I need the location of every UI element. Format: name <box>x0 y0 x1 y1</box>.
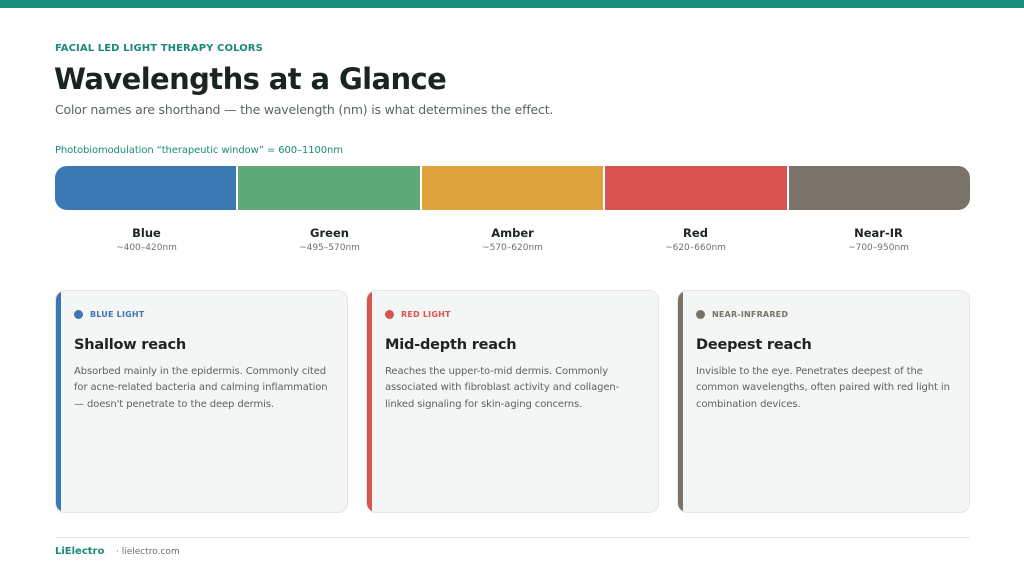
band-range: ~620–660nm <box>665 243 726 253</box>
band-near-ir <box>786 166 970 210</box>
band-red <box>603 166 787 210</box>
card-blue-light: BLUE LIGHT Shallow reach Absorbed mainly… <box>55 290 348 513</box>
band-name: Green <box>310 226 349 240</box>
card-tag: BLUE LIGHT <box>74 310 144 319</box>
card-heading: Deepest reach <box>696 337 812 353</box>
eyebrow-label: FACIAL LED LIGHT THERAPY COLORS <box>55 43 263 54</box>
card-body: Reaches the upper-to-mid dermis. Commonl… <box>385 366 620 410</box>
wavelength-spectrum-bar <box>55 166 970 210</box>
page-title: Wavelengths at a Glance <box>54 62 447 96</box>
color-dot-icon <box>696 310 705 319</box>
band-range: ~570–620nm <box>482 243 543 253</box>
footer-divider <box>55 537 970 538</box>
band-label-red: Red ~620–660nm <box>604 226 787 253</box>
band-amber <box>419 166 604 210</box>
band-green <box>236 166 420 210</box>
card-tag-label: NEAR-INFRARED <box>712 310 789 319</box>
footer-brand: LiElectro <box>55 546 105 557</box>
page-subtitle: Color names are shorthand — the waveleng… <box>55 102 554 117</box>
band-label-blue: Blue ~400–420nm <box>55 226 238 253</box>
card-heading: Mid-depth reach <box>385 337 517 353</box>
card-accent-stripe <box>678 291 683 512</box>
band-name: Amber <box>491 226 534 240</box>
band-name: Red <box>683 226 708 240</box>
card-tag-label: BLUE LIGHT <box>90 310 145 319</box>
card-body: Absorbed mainly in the epidermis. Common… <box>74 366 328 410</box>
band-name: Blue <box>132 226 161 240</box>
footer-site-link[interactable]: · lielectro.com <box>116 547 180 557</box>
band-label-amber: Amber ~570–620nm <box>421 226 604 253</box>
top-accent-bar <box>0 0 1024 8</box>
band-range: ~700–950nm <box>848 243 909 253</box>
band-blue <box>55 166 237 210</box>
card-heading: Shallow reach <box>74 337 186 353</box>
therapeutic-window-label: Photobiomodulation “therapeutic window” … <box>55 145 343 156</box>
color-dot-icon <box>385 310 394 319</box>
card-tag: NEAR-INFRARED <box>696 310 788 319</box>
card-accent-stripe <box>56 291 61 512</box>
band-range: ~400–420nm <box>116 243 177 253</box>
card-near-infrared: NEAR-INFRARED Deepest reach Invisible to… <box>677 290 970 513</box>
band-label-near-ir: Near-IR ~700–950nm <box>787 226 970 253</box>
band-range: ~495–570nm <box>299 243 360 253</box>
card-tag-label: RED LIGHT <box>401 310 451 319</box>
card-accent-stripe <box>367 291 372 512</box>
band-name: Near-IR <box>854 226 903 240</box>
card-red-light: RED LIGHT Mid-depth reach Reaches the up… <box>366 290 659 513</box>
card-body: Invisible to the eye. Penetrates deepest… <box>696 366 950 410</box>
color-dot-icon <box>74 310 83 319</box>
card-tag: RED LIGHT <box>385 310 451 319</box>
band-label-green: Green ~495–570nm <box>238 226 421 253</box>
band-labels: Blue ~400–420nm Green ~495–570nm Amber ~… <box>55 226 970 253</box>
